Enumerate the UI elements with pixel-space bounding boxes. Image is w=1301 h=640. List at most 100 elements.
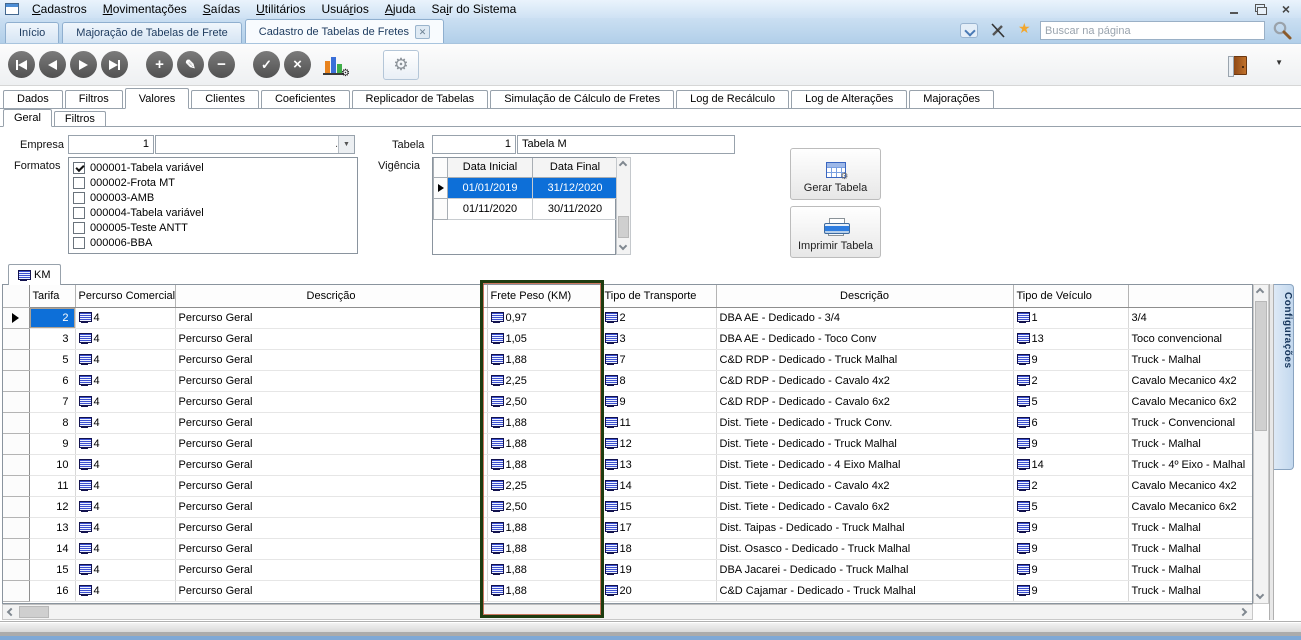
descricao-cell[interactable]: Percurso Geral — [175, 412, 487, 433]
page-tab[interactable]: Coeficientes — [261, 90, 350, 108]
lookup-icon[interactable] — [605, 396, 616, 407]
tipo-veiculo-cell[interactable]: 6 — [1013, 412, 1128, 433]
tipo-transporte-cell[interactable]: 11 — [601, 412, 716, 433]
tipo-transporte-cell[interactable]: 8 — [601, 370, 716, 391]
lookup-icon[interactable] — [1017, 459, 1028, 470]
menu-item[interactable]: Sair do Sistema — [424, 1, 525, 18]
lookup-icon[interactable] — [79, 417, 90, 428]
lookup-icon[interactable] — [79, 438, 90, 449]
veiculo-cell[interactable]: Cavalo Mecanico 4x2 — [1128, 370, 1252, 391]
formato-item[interactable]: 000006-BBA — [73, 235, 357, 250]
lookup-icon[interactable] — [491, 312, 502, 323]
lookup-icon[interactable] — [79, 354, 90, 365]
checkbox-icon[interactable] — [73, 192, 85, 204]
last-record-icon[interactable] — [101, 51, 128, 78]
tipo-veiculo-cell[interactable]: 9 — [1013, 559, 1128, 580]
lookup-icon[interactable] — [491, 480, 502, 491]
descricao-cell[interactable]: Percurso Geral — [175, 580, 487, 601]
tipo-veiculo-cell[interactable]: 9 — [1013, 349, 1128, 370]
lookup-icon[interactable] — [491, 417, 502, 428]
tarifa-cell[interactable]: 16 — [29, 580, 75, 601]
percurso-cell[interactable]: 4 — [75, 370, 175, 391]
lookup-icon[interactable] — [491, 438, 502, 449]
lookup-icon[interactable] — [79, 543, 90, 554]
descricao-cell[interactable]: Percurso Geral — [175, 475, 487, 496]
lookup-icon[interactable] — [79, 522, 90, 533]
lookup-icon[interactable] — [79, 312, 90, 323]
lookup-icon[interactable] — [605, 417, 616, 428]
frete-peso-cell[interactable]: 2,50 — [487, 496, 601, 517]
close-tab-icon[interactable]: ✕ — [415, 25, 430, 39]
chevron-down-icon[interactable] — [960, 23, 978, 38]
descricao2-cell[interactable]: Dist. Tiete - Dedicado - Truck Conv. — [716, 412, 1013, 433]
exit-button[interactable] — [1225, 50, 1253, 80]
percurso-cell[interactable]: 4 — [75, 517, 175, 538]
descricao2-cell[interactable]: DBA AE - Dedicado - 3/4 — [716, 307, 1013, 328]
table-row[interactable]: 11 4 Percurso Geral 2,25 14 Dist. Tiete … — [3, 475, 1252, 496]
descricao2-cell[interactable]: Dist. Osasco - Dedicado - Truck Malhal — [716, 538, 1013, 559]
veiculo-cell[interactable]: Truck - Malhal — [1128, 517, 1252, 538]
table-row[interactable]: 9 4 Percurso Geral 1,88 12 Dist. Tiete -… — [3, 433, 1252, 454]
tarifa-cell[interactable]: 15 — [29, 559, 75, 580]
descricao-cell[interactable]: Percurso Geral — [175, 517, 487, 538]
descricao2-cell[interactable]: C&D Cajamar - Dedicado - Truck Malhal — [716, 580, 1013, 601]
formato-item[interactable]: 000005-Teste ANTT — [73, 220, 357, 235]
descricao2-cell[interactable]: DBA Jacarei - Dedicado - Truck Malhal — [716, 559, 1013, 580]
lookup-icon[interactable] — [1017, 480, 1028, 491]
descricao-cell[interactable]: Percurso Geral — [175, 328, 487, 349]
tarifa-cell[interactable]: 13 — [29, 517, 75, 538]
veiculo-cell[interactable]: Truck - Malhal — [1128, 349, 1252, 370]
table-row[interactable]: 2 4 Percurso Geral 0,97 2 DBA AE - Dedic… — [3, 307, 1252, 328]
document-tab[interactable]: Majoração de Tabelas de Frete ✕ — [62, 22, 241, 43]
lookup-icon[interactable] — [1017, 333, 1028, 344]
col-header-tipo-transporte[interactable]: Tipo de Transporte — [601, 285, 716, 307]
lookup-icon[interactable] — [1017, 438, 1028, 449]
lookup-icon[interactable] — [605, 522, 616, 533]
tipo-veiculo-cell[interactable]: 9 — [1013, 433, 1128, 454]
col-header-extra[interactable] — [1128, 285, 1252, 307]
descricao2-cell[interactable]: Dist. Tiete - Dedicado - 4 Eixo Malhal — [716, 454, 1013, 475]
lookup-icon[interactable] — [79, 480, 90, 491]
vigencia-row[interactable]: 01/11/2020 30/11/2020 — [434, 198, 618, 219]
tipo-veiculo-cell[interactable]: 2 — [1013, 475, 1128, 496]
veiculo-cell[interactable]: Truck - Malhal — [1128, 433, 1252, 454]
frete-peso-cell[interactable]: 2,50 — [487, 391, 601, 412]
confirm-record-icon[interactable]: ✓ — [253, 51, 280, 78]
grid-vertical-scrollbar[interactable] — [1253, 284, 1269, 604]
checkbox-icon[interactable] — [73, 222, 85, 234]
page-tab[interactable]: Clientes — [191, 90, 259, 108]
tipo-transporte-cell[interactable]: 13 — [601, 454, 716, 475]
frete-peso-cell[interactable]: 2,25 — [487, 475, 601, 496]
search-icon[interactable] — [1272, 20, 1293, 44]
tipo-veiculo-cell[interactable]: 5 — [1013, 391, 1128, 412]
menu-item[interactable]: Saídas — [195, 1, 248, 18]
veiculo-cell[interactable]: Toco convencional — [1128, 328, 1252, 349]
tarifa-cell[interactable]: 11 — [29, 475, 75, 496]
tarifa-cell[interactable]: 10 — [29, 454, 75, 475]
lookup-icon[interactable] — [605, 354, 616, 365]
page-tab[interactable]: Majorações — [909, 90, 994, 108]
vigencia-row[interactable]: 01/01/2019 31/12/2020 — [434, 177, 618, 198]
tipo-transporte-cell[interactable]: 9 — [601, 391, 716, 412]
descricao2-cell[interactable]: Dist. Tiete - Dedicado - Cavalo 6x2 — [716, 496, 1013, 517]
more-options-icon[interactable]: ▼ — [1275, 58, 1283, 67]
descricao2-cell[interactable]: C&D RDP - Dedicado - Cavalo 6x2 — [716, 391, 1013, 412]
lookup-icon[interactable] — [1017, 354, 1028, 365]
document-tab[interactable]: Cadastro de Tabelas de Fretes ✕ — [245, 19, 444, 43]
page-tab[interactable]: Replicador de Tabelas — [352, 90, 489, 108]
descricao-cell[interactable]: Percurso Geral — [175, 391, 487, 412]
next-record-icon[interactable] — [70, 51, 97, 78]
descricao-cell[interactable]: Percurso Geral — [175, 349, 487, 370]
descricao-cell[interactable]: Percurso Geral — [175, 538, 487, 559]
menu-item[interactable]: Cadastros — [24, 1, 95, 18]
lookup-icon[interactable] — [605, 543, 616, 554]
data-final-cell[interactable]: 31/12/2020 — [533, 177, 618, 198]
chart-settings-icon[interactable] — [323, 54, 349, 76]
tarifa-cell[interactable]: 5 — [29, 349, 75, 370]
descricao2-cell[interactable]: Dist. Taipas - Dedicado - Truck Malhal — [716, 517, 1013, 538]
lookup-icon[interactable] — [1017, 396, 1028, 407]
tarifa-cell[interactable]: 6 — [29, 370, 75, 391]
empresa-combo[interactable]: . ▼ — [155, 135, 355, 154]
descricao2-cell[interactable]: Dist. Tiete - Dedicado - Truck Malhal — [716, 433, 1013, 454]
insert-record-icon[interactable]: + — [146, 51, 173, 78]
